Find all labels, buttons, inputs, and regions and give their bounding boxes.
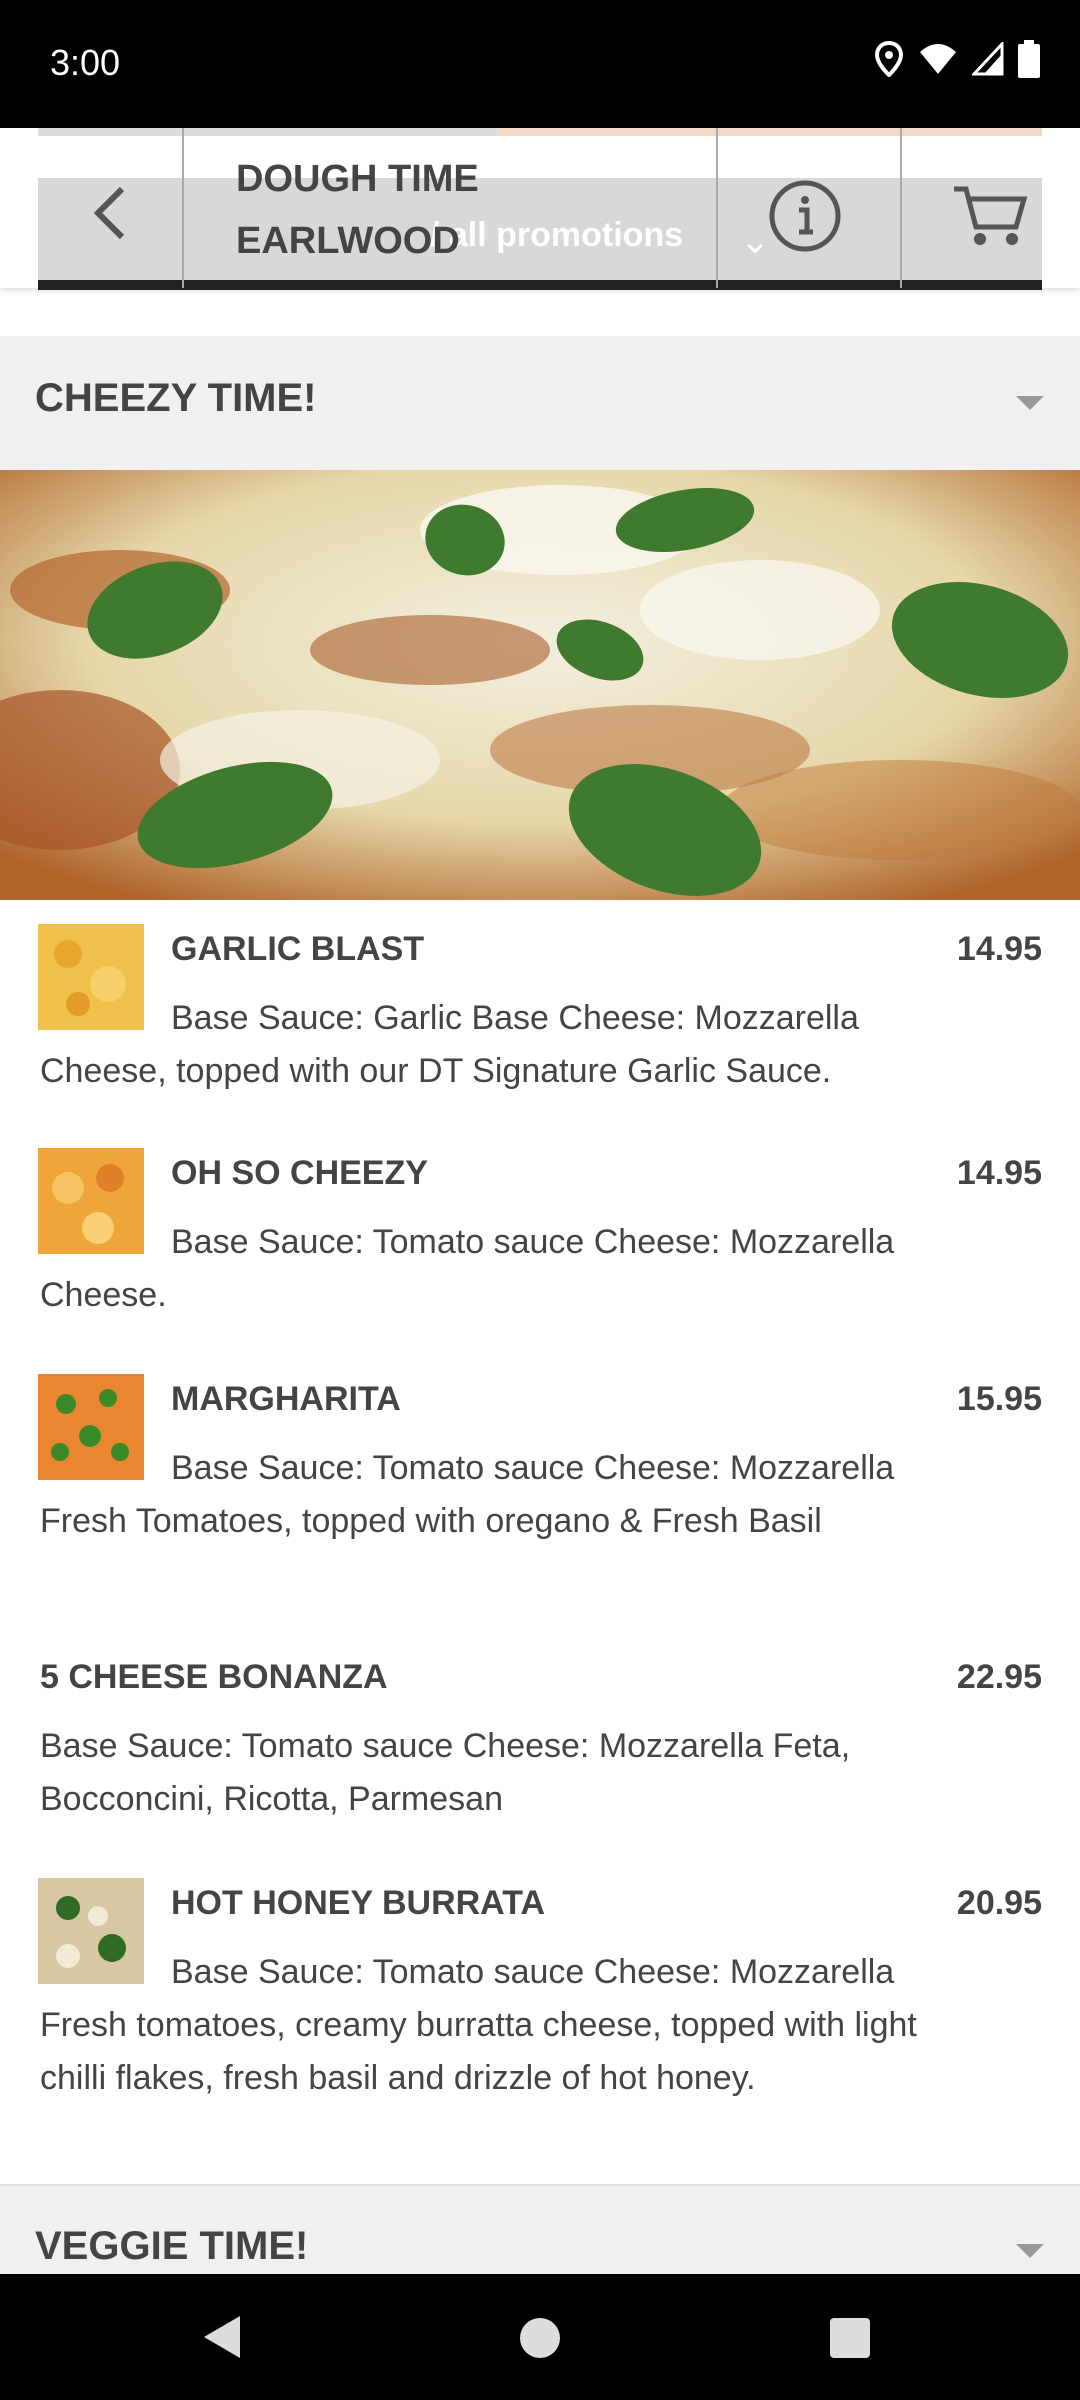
location-icon xyxy=(874,41,904,77)
back-button[interactable] xyxy=(40,158,180,268)
item-description: Base Sauce: Tomato sauce Cheese: Mozzare… xyxy=(40,1727,851,1818)
category-hero-image xyxy=(0,470,1080,900)
status-bar: 3:00 xyxy=(0,0,1080,128)
chevron-left-icon xyxy=(93,186,125,240)
cart-button[interactable] xyxy=(930,166,1050,266)
menu-item[interactable]: HOT HONEY BURRATA 20.95 Base Sauce: Toma… xyxy=(0,1854,1080,2186)
divider xyxy=(900,128,902,288)
menu-item[interactable]: 5 CHEESE BONANZA 22.95 Base Sauce: Tomat… xyxy=(0,1628,1080,1856)
divider xyxy=(716,128,718,288)
category-header-cheezy[interactable]: CHEEZY TIME! xyxy=(0,336,1080,470)
info-icon xyxy=(769,180,841,252)
wifi-icon xyxy=(920,44,956,74)
item-name: HOT HONEY BURRATA xyxy=(171,1884,545,1922)
nav-home-icon[interactable] xyxy=(520,2318,560,2358)
signal-icon xyxy=(972,42,1004,76)
item-price: 14.95 xyxy=(956,1154,1042,1192)
item-description: Base Sauce: Tomato sauce Cheese: Mozzare… xyxy=(40,1223,895,1314)
item-price: 15.95 xyxy=(956,1380,1042,1418)
item-description: Base Sauce: Garlic Base Cheese: Mozzarel… xyxy=(40,999,859,1090)
category-header-veggie[interactable]: VEGGIE TIME! xyxy=(0,2186,1080,2274)
store-name-line1: DOUGH TIME xyxy=(236,158,479,200)
item-name: OH SO CHEEZY xyxy=(171,1154,428,1192)
store-name-line2: EARLWOOD xyxy=(236,220,460,262)
category-title: VEGGIE TIME! xyxy=(35,2224,309,2268)
header-strip xyxy=(38,128,1042,136)
item-name: MARGHARITA xyxy=(171,1380,401,1418)
nav-back-icon[interactable] xyxy=(200,2312,244,2362)
menu-item[interactable]: GARLIC BLAST 14.95 Base Sauce: Garlic Ba… xyxy=(0,900,1080,1126)
caret-down-icon xyxy=(1016,2244,1044,2258)
top-header: / all promotions ⌄ DOUGH TIME EARLWOOD xyxy=(0,128,1080,290)
item-price: 22.95 xyxy=(956,1658,1042,1696)
item-name: GARLIC BLAST xyxy=(171,930,425,968)
store-name: DOUGH TIME EARLWOOD xyxy=(236,148,596,272)
cart-icon xyxy=(954,186,1028,245)
category-title: CHEEZY TIME! xyxy=(35,376,317,420)
item-name: 5 CHEESE BONANZA xyxy=(40,1658,388,1696)
item-price: 20.95 xyxy=(956,1884,1042,1922)
item-description: Base Sauce: Tomato sauce Cheese: Mozzare… xyxy=(40,1953,917,2097)
battery-icon xyxy=(1018,40,1040,78)
item-description: Base Sauce: Tomato sauce Cheese: Mozzare… xyxy=(40,1449,895,1540)
caret-down-icon xyxy=(1016,396,1044,410)
info-button[interactable] xyxy=(750,166,860,266)
menu-item[interactable]: OH SO CHEEZY 14.95 Base Sauce: Tomato sa… xyxy=(0,1124,1080,1352)
item-price: 14.95 xyxy=(956,930,1042,968)
status-icons xyxy=(874,40,1040,78)
menu-item[interactable]: MARGHARITA 15.95 Base Sauce: Tomato sauc… xyxy=(0,1350,1080,1630)
system-navigation-bar xyxy=(0,2274,1080,2400)
nav-recents-icon[interactable] xyxy=(830,2318,870,2358)
status-time: 3:00 xyxy=(50,42,121,83)
divider xyxy=(182,128,184,288)
